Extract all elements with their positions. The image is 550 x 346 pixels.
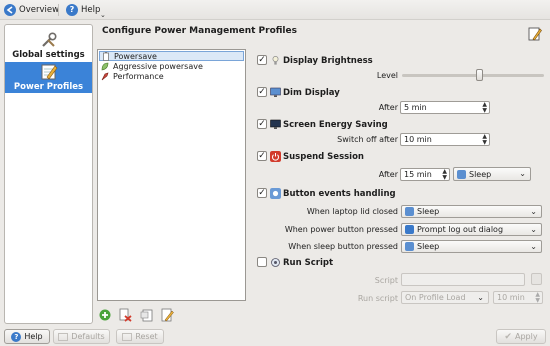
add-profile-icon[interactable] xyxy=(98,308,112,322)
suspend-session-title: Suspend Session xyxy=(283,152,364,162)
spin-arrows-icon[interactable]: ▲ ▼ xyxy=(535,292,540,304)
lid-closed-label: When laptop lid closed xyxy=(306,207,398,216)
dim-after-spinbox[interactable]: 5 min ▲ ▼ xyxy=(400,101,490,114)
sidebar-item-label: Global settings xyxy=(12,50,85,60)
spin-arrows-icon[interactable]: ▲ ▼ xyxy=(442,169,447,181)
back-arrow-icon xyxy=(4,4,16,16)
suspend-after-label: After xyxy=(378,170,398,179)
sleep-icon xyxy=(457,169,466,179)
help-menu-label: Help xyxy=(81,5,101,15)
browse-script-icon[interactable] xyxy=(531,273,542,285)
switch-off-spinbox[interactable]: 10 min ▲ ▼ xyxy=(400,133,490,146)
import-profile-icon[interactable] xyxy=(140,308,154,322)
overview-label: Overview xyxy=(19,5,60,15)
logout-icon xyxy=(405,225,414,234)
checkmark-icon: ✔ xyxy=(504,331,512,342)
script-label: Script xyxy=(374,276,398,285)
brightness-level-label: Level xyxy=(376,71,398,80)
spin-arrows-icon[interactable]: ▲ ▼ xyxy=(482,102,487,114)
list-item[interactable]: Powersave xyxy=(99,51,244,61)
rocket-icon xyxy=(101,72,109,80)
run-script-title: Run Script xyxy=(283,258,334,268)
script-path-input[interactable] xyxy=(401,273,525,286)
delete-profile-icon[interactable] xyxy=(118,308,132,322)
brightness-slider-track[interactable] xyxy=(402,74,544,77)
toolbar: Overview ? Help ⌄ xyxy=(0,0,550,20)
display-brightness-checkbox[interactable]: ✓ xyxy=(257,55,267,65)
tools-icon xyxy=(41,32,57,47)
sleep-button-select[interactable]: Sleep ⌄ xyxy=(401,240,542,253)
script-gear-icon xyxy=(271,258,280,267)
sleep-icon xyxy=(405,242,414,251)
sidebar: Global settings Power Profiles xyxy=(4,24,93,324)
button-events-title: Button events handling xyxy=(283,189,396,199)
display-brightness-title: Display Brightness xyxy=(283,56,373,66)
defaults-button[interactable]: Defaults xyxy=(53,329,110,344)
list-item[interactable]: Performance xyxy=(99,71,244,81)
suspend-mode-select[interactable]: Sleep ⌄ xyxy=(453,167,531,181)
page-title: Configure Power Management Profiles xyxy=(102,26,297,36)
export-profile-icon[interactable] xyxy=(160,308,174,322)
reset-icon xyxy=(122,332,133,341)
power-button-label: When power button pressed xyxy=(284,225,398,234)
button-events-checkbox[interactable]: ✓ xyxy=(257,188,267,198)
help-button[interactable]: ? Help xyxy=(4,329,50,344)
apply-button[interactable]: ✔ Apply xyxy=(496,329,546,344)
chevron-down-icon[interactable]: ⌄ xyxy=(100,12,106,19)
button-events-icon xyxy=(270,188,281,199)
edit-profile-icon[interactable] xyxy=(528,27,542,41)
chevron-down-icon: ⌄ xyxy=(519,169,526,178)
chevron-down-icon: ⌄ xyxy=(530,225,537,234)
help-menu-button[interactable]: ? Help xyxy=(66,2,100,18)
run-script-when-select[interactable]: On Profile Load ⌄ xyxy=(401,291,489,304)
notepad-pencil-icon xyxy=(41,64,57,80)
list-item[interactable]: Aggressive powersave xyxy=(99,61,244,71)
power-icon xyxy=(270,151,281,162)
sidebar-item-power-profiles[interactable]: Power Profiles xyxy=(5,62,92,93)
screen-energy-checkbox[interactable]: ✓ xyxy=(257,119,267,129)
suspend-session-checkbox[interactable]: ✓ xyxy=(257,151,267,161)
screen-off-icon xyxy=(270,119,281,129)
dim-display-checkbox[interactable]: ✓ xyxy=(257,87,267,97)
reset-button[interactable]: Reset xyxy=(116,329,164,344)
run-script-time-spinbox[interactable]: 10 min ▲ ▼ xyxy=(493,291,543,304)
spin-arrows-icon[interactable]: ▲ ▼ xyxy=(482,134,487,146)
suspend-after-spinbox[interactable]: 15 min ▲ ▼ xyxy=(400,168,450,181)
brightness-slider-handle[interactable] xyxy=(476,69,484,81)
battery-icon xyxy=(103,51,109,61)
chevron-down-icon: ⌄ xyxy=(530,207,537,216)
chevron-down-icon: ⌄ xyxy=(477,293,484,302)
chevron-down-icon: ⌄ xyxy=(530,242,537,251)
overview-button[interactable]: Overview xyxy=(4,2,59,18)
defaults-icon xyxy=(58,332,69,341)
sleep-button-label: When sleep button pressed xyxy=(288,242,398,251)
dim-after-label: After xyxy=(378,103,398,112)
switch-off-label: Switch off after xyxy=(337,135,398,144)
screen-energy-title: Screen Energy Saving xyxy=(283,120,388,130)
help-icon: ? xyxy=(66,4,78,16)
profile-list[interactable]: Powersave Aggressive powersave Performan… xyxy=(97,49,246,301)
toolbar-separator xyxy=(58,4,59,16)
leaf-icon xyxy=(101,62,109,70)
help-icon: ? xyxy=(11,331,22,342)
dim-display-title: Dim Display xyxy=(283,88,340,98)
run-script-checkbox[interactable] xyxy=(257,257,267,267)
sidebar-item-global-settings[interactable]: Global settings xyxy=(5,31,92,61)
lid-closed-select[interactable]: Sleep ⌄ xyxy=(401,205,542,218)
light-bulb-icon xyxy=(272,56,279,65)
power-button-select[interactable]: Prompt log out dialog ⌄ xyxy=(401,223,542,236)
sleep-icon xyxy=(405,207,414,216)
monitor-icon xyxy=(270,87,281,97)
run-script-when-label: Run script xyxy=(357,294,398,303)
sidebar-item-label: Power Profiles xyxy=(13,82,84,92)
